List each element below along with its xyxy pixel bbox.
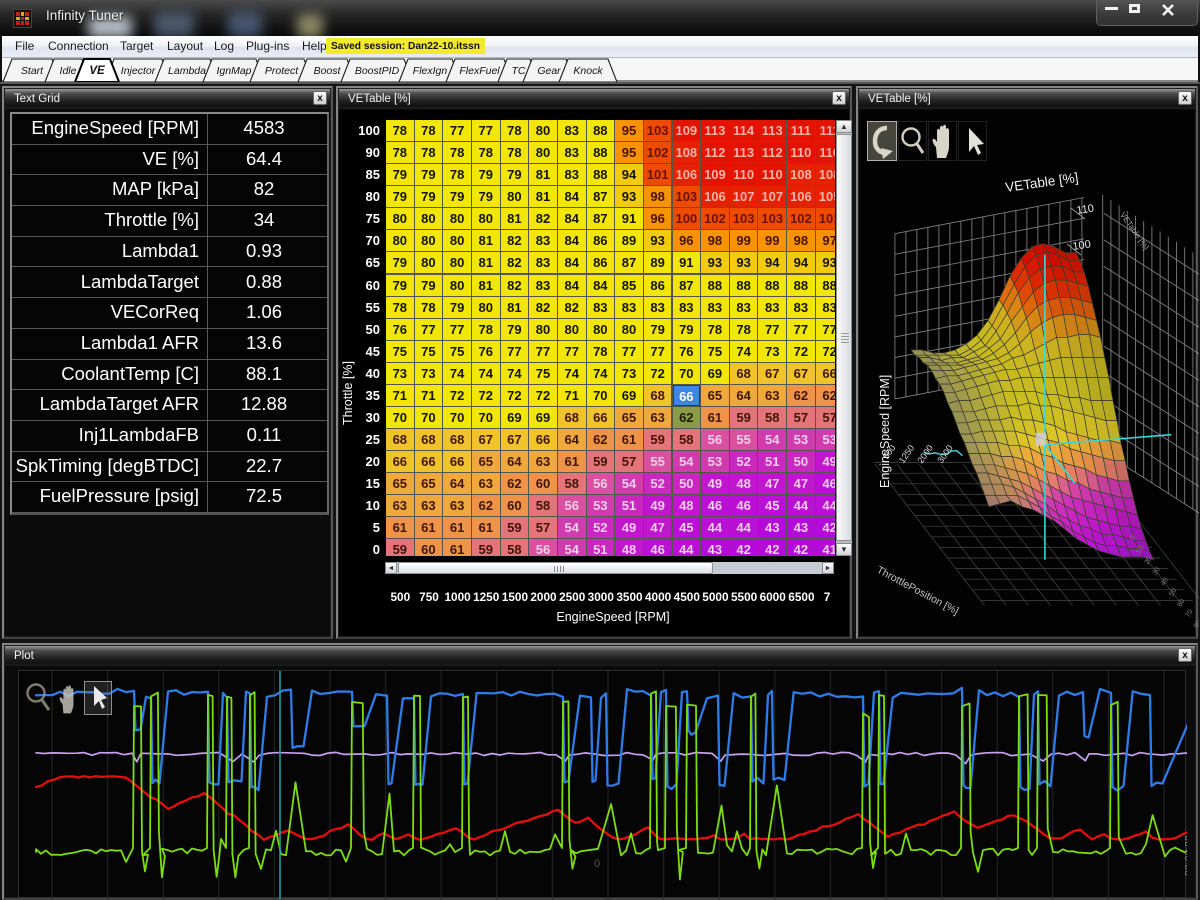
svg-text:VETable [%]: VETable [%]: [1004, 170, 1079, 195]
svg-text:00:20:00: 00:20:00: [1183, 835, 1187, 876]
svg-text:110: 110: [1076, 203, 1095, 217]
svg-text:Lambda: Lambda: [168, 65, 206, 77]
svg-text:Knock: Knock: [573, 65, 603, 77]
svg-text:3000: 3000: [935, 443, 955, 465]
svg-text:Start: Start: [21, 65, 44, 77]
svg-text:Injector: Injector: [121, 65, 156, 77]
svg-text:IgnMap: IgnMap: [216, 65, 251, 77]
svg-text:Idle: Idle: [60, 65, 77, 77]
svg-text:EngineSpeed [RPM]: EngineSpeed [RPM]: [878, 375, 892, 488]
svg-text:70: 70: [1185, 609, 1195, 619]
svg-text:VETable [%]: VETable [%]: [1118, 211, 1150, 252]
svg-text:ThrottlePosition [%]: ThrottlePosition [%]: [875, 564, 961, 617]
svg-text:80: 80: [1193, 619, 1199, 629]
svg-text:FlexFuel: FlexFuel: [459, 65, 500, 77]
svg-text:BoostPID: BoostPID: [355, 65, 400, 77]
svg-text:TC: TC: [512, 65, 526, 77]
svg-text:0: 0: [594, 858, 600, 870]
svg-text:Protect: Protect: [265, 65, 299, 77]
svg-text:100: 100: [1072, 239, 1092, 253]
svg-text:FlexIgn: FlexIgn: [413, 65, 448, 77]
svg-text:Boost: Boost: [314, 65, 342, 77]
svg-text:1250: 1250: [897, 443, 917, 465]
svg-text:VE: VE: [89, 65, 105, 77]
svg-text:Gear: Gear: [537, 65, 561, 77]
